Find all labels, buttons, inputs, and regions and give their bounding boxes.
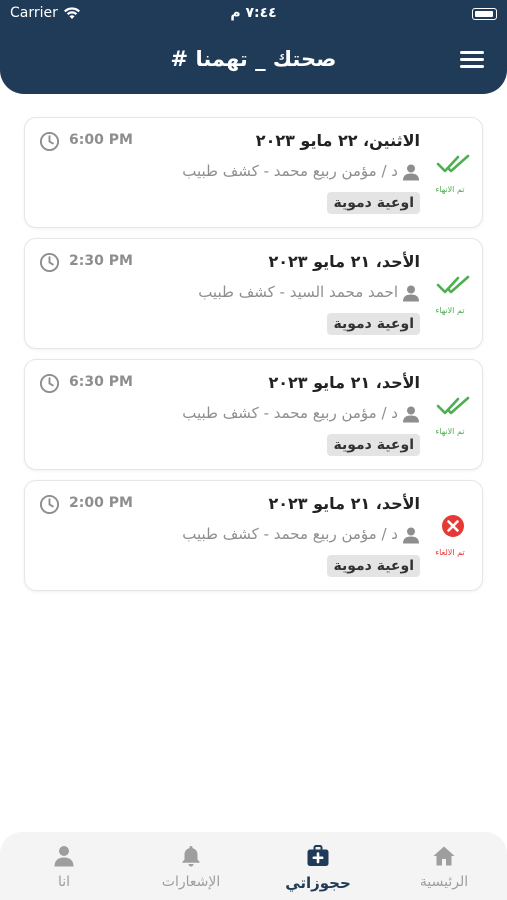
- specialty-badge: اوعية دموية: [327, 555, 420, 577]
- profile-icon: [54, 846, 74, 867]
- person-icon: [403, 406, 419, 423]
- booking-date: الأحد، ٢١ مايو ٢٠٢٣: [268, 494, 420, 513]
- nav-label: انا: [57, 874, 71, 890]
- booking-date: الأحد، ٢١ مايو ٢٠٢٣: [268, 373, 420, 392]
- nav-label: الرئيسية: [419, 874, 469, 890]
- booking-date: الأحد، ٢١ مايو ٢٠٢٣: [268, 252, 420, 271]
- nav-item-bookings[interactable]: حجوزاتي: [263, 832, 373, 900]
- booking-doctor: د / مؤمن ربيع محمد - كشف طبيب: [182, 162, 398, 180]
- hamburger-menu-icon[interactable]: [460, 51, 484, 69]
- booking-card[interactable]: 2:00 PM الأحد، ٢١ مايو ٢٠٢٣ د / مؤمن ربي…: [24, 480, 483, 591]
- bell-icon: [182, 846, 200, 867]
- person-icon: [403, 527, 419, 544]
- status-label: تم الانهاء: [435, 185, 465, 194]
- booking-doctor: د / مؤمن ربيع محمد - كشف طبيب: [182, 525, 398, 543]
- status-time: ٧:٤٤ م: [230, 5, 277, 21]
- booking-card[interactable]: 2:30 PM الأحد، ٢١ مايو ٢٠٢٣ احمد محمد ال…: [24, 238, 483, 349]
- booking-card[interactable]: 6:00 PM الاثنين، ٢٢ مايو ٢٠٢٣ د / مؤمن ر…: [24, 117, 483, 228]
- booking-doctor: د / مؤمن ربيع محمد - كشف طبيب: [182, 404, 398, 422]
- page-title: # صحتك _ تهمنا: [170, 47, 337, 71]
- double-check-icon: [436, 154, 470, 173]
- home-icon: [433, 846, 455, 866]
- double-check-icon: [436, 275, 470, 294]
- clock-icon: [39, 131, 60, 152]
- specialty-badge: اوعية دموية: [327, 313, 420, 335]
- app-header: Carrier ٧:٤٤ م # صحتك _ تهمنا: [0, 0, 507, 94]
- nav-item-home[interactable]: الرئيسية: [389, 832, 499, 900]
- person-icon: [403, 164, 419, 181]
- booking-time: 2:30 PM: [69, 253, 133, 269]
- nav-label: حجوزاتي: [285, 874, 351, 892]
- clock-icon: [39, 373, 60, 394]
- booking-time: 6:30 PM: [69, 374, 133, 390]
- nav-item-profile[interactable]: انا: [9, 832, 119, 900]
- status-label: تم الانهاء: [435, 306, 465, 315]
- specialty-badge: اوعية دموية: [327, 192, 420, 214]
- clock-icon: [39, 494, 60, 515]
- battery-icon: [472, 8, 497, 20]
- status-label: تم الالغاء: [435, 548, 465, 557]
- booking-time: 6:00 PM: [69, 132, 133, 148]
- clock-icon: [39, 252, 60, 273]
- double-check-icon: [436, 396, 470, 415]
- nav-item-notifications[interactable]: الإشعارات: [136, 832, 246, 900]
- booking-doctor: احمد محمد السيد - كشف طبيب: [198, 283, 398, 301]
- bottom-nav: الرئيسية حجوزاتي الإشعارات انا: [0, 832, 507, 900]
- nav-label: الإشعارات: [161, 874, 221, 890]
- status-bar: Carrier ٧:٤٤ م: [0, 0, 507, 28]
- person-icon: [403, 285, 419, 302]
- specialty-badge: اوعية دموية: [327, 434, 420, 456]
- booking-card[interactable]: 6:30 PM الأحد، ٢١ مايو ٢٠٢٣ د / مؤمن ربي…: [24, 359, 483, 470]
- booking-date: الاثنين، ٢٢ مايو ٢٠٢٣: [255, 131, 420, 150]
- cancel-x-icon: [442, 515, 464, 537]
- status-label: تم الانهاء: [435, 427, 465, 436]
- booking-time: 2:00 PM: [69, 495, 133, 511]
- medical-bag-icon: [307, 845, 329, 866]
- bookings-screen: Carrier ٧:٤٤ م # صحتك _ تهمنا 6:00 PM ال…: [0, 0, 507, 900]
